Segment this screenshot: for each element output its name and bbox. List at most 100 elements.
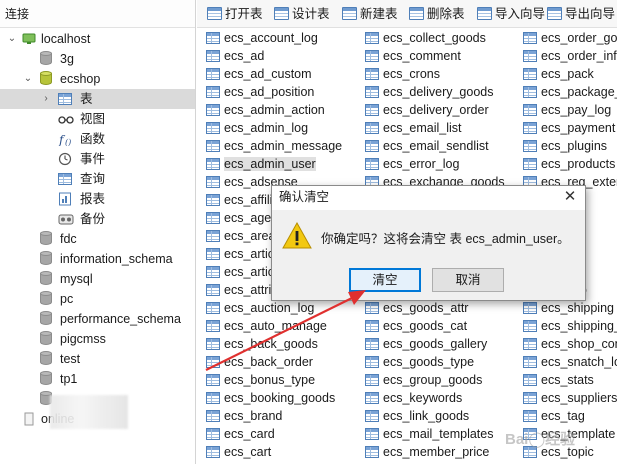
table-item[interactable]: ecs_admin_action xyxy=(200,101,360,119)
table-name: ecs_plugins xyxy=(541,139,608,153)
table-item[interactable]: ecs_admin_log xyxy=(200,119,360,137)
tree-item-tp1[interactable]: tp1 xyxy=(0,369,195,389)
table-item[interactable]: ecs_group_goods xyxy=(359,371,519,389)
tree-item-reports[interactable]: 报表 xyxy=(0,189,195,209)
table-item[interactable]: ecs_account_log xyxy=(200,29,360,47)
tree-item-label: tp1 xyxy=(60,372,78,386)
table-item[interactable]: ecs_mail_templates xyxy=(359,425,519,443)
table-item[interactable]: ecs_package_ xyxy=(517,83,617,101)
table-icon xyxy=(206,266,220,278)
table-name: ecs_admin_log xyxy=(224,121,309,135)
tree-item-performance-schema[interactable]: performance_schema xyxy=(0,309,195,329)
table-item[interactable]: ecs_member_price xyxy=(359,443,519,461)
table-item[interactable]: ecs_ad_custom xyxy=(200,65,360,83)
table-item[interactable]: ecs_error_log xyxy=(359,155,519,173)
table-item[interactable]: ecs_payment xyxy=(517,119,617,137)
chevron-down-icon[interactable]: ⌄ xyxy=(22,69,34,89)
tree-item-localhost[interactable]: ⌄ localhost xyxy=(0,29,195,49)
table-icon xyxy=(523,338,537,350)
table-item[interactable]: ecs_booking_goods xyxy=(200,389,360,407)
table-item[interactable]: ecs_cart xyxy=(200,443,360,461)
table-item[interactable]: ecs_email_list xyxy=(359,119,519,137)
cancel-button[interactable]: 取消 xyxy=(432,268,504,292)
tree-item-label: 3g xyxy=(60,52,74,66)
tree-item-pigcmss[interactable]: pigcmss xyxy=(0,329,195,349)
table-item[interactable]: ecs_back_goods xyxy=(200,335,360,353)
close-icon[interactable]: ✕ xyxy=(561,187,579,207)
table-item[interactable]: ecs_link_goods xyxy=(359,407,519,425)
export-wizard-button[interactable]: 导出向导 xyxy=(547,5,615,23)
table-item[interactable]: ecs_card xyxy=(200,425,360,443)
table-item[interactable]: ecs_brand xyxy=(200,407,360,425)
import-wizard-button[interactable]: 导入向导 xyxy=(477,5,545,23)
table-icon xyxy=(342,7,357,20)
tree-item-events[interactable]: 事件 xyxy=(0,149,195,169)
table-name: ecs_tag xyxy=(541,409,585,423)
clear-button[interactable]: 清空 xyxy=(349,268,421,292)
table-item[interactable]: ecs_suppliers xyxy=(517,389,617,407)
tree-item-label: 表 xyxy=(80,92,93,106)
table-item[interactable]: ecs_auto_manage xyxy=(200,317,360,335)
table-name: ecs_delivery_goods xyxy=(383,85,494,99)
tree-item-functions[interactable]: f () 函数 xyxy=(0,129,195,149)
watermark: Bai◯经验 xyxy=(505,431,576,448)
table-item[interactable]: ecs_auction_log xyxy=(200,299,360,317)
table-item[interactable]: ecs_plugins xyxy=(517,137,617,155)
table-item[interactable]: ecs_shop_con xyxy=(517,335,617,353)
table-item[interactable]: ecs_pack xyxy=(517,65,617,83)
tree-item-queries[interactable]: 查询 xyxy=(0,169,195,189)
table-icon xyxy=(206,122,220,134)
tree-item-ecshop[interactable]: ⌄ ecshop xyxy=(0,69,195,89)
table-item[interactable]: ecs_ad xyxy=(200,47,360,65)
table-item[interactable]: ecs_pay_log xyxy=(517,101,617,119)
table-item[interactable]: ecs_back_order xyxy=(200,353,360,371)
tree-item-tables[interactable]: › 表 xyxy=(0,89,195,109)
table-item[interactable]: ecs_tag xyxy=(517,407,617,425)
table-item[interactable]: ecs_admin_message xyxy=(200,137,360,155)
table-item[interactable]: ecs_goods_type xyxy=(359,353,519,371)
table-item[interactable]: ecs_order_info xyxy=(517,47,617,65)
table-icon xyxy=(365,374,379,386)
table-item[interactable]: ecs_email_sendlist xyxy=(359,137,519,155)
table-item[interactable]: ecs_crons xyxy=(359,65,519,83)
table-item[interactable]: ecs_order_go xyxy=(517,29,617,47)
table-icon xyxy=(206,140,220,152)
function-icon: f () xyxy=(58,133,71,146)
table-name: ecs_order_info xyxy=(541,49,617,63)
table-item[interactable]: ecs_snatch_log xyxy=(517,353,617,371)
tree-item-3g[interactable]: 3g xyxy=(0,49,195,69)
tree-item-fdc[interactable]: fdc xyxy=(0,229,195,249)
table-item[interactable]: ecs_ad_position xyxy=(200,83,360,101)
table-item[interactable]: ecs_goods_gallery xyxy=(359,335,519,353)
table-item[interactable]: ecs_goods_attr xyxy=(359,299,519,317)
tree-item-backup[interactable]: 备份 xyxy=(0,209,195,229)
tree-item-information-schema[interactable]: information_schema xyxy=(0,249,195,269)
table-item[interactable]: ecs_products xyxy=(517,155,617,173)
design-table-button[interactable]: 设计表 xyxy=(274,5,330,23)
tree-item-pc[interactable]: pc xyxy=(0,289,195,309)
chevron-down-icon[interactable]: ⌄ xyxy=(6,29,18,49)
table-name: ecs_email_list xyxy=(383,121,462,135)
tree-item-test[interactable]: test xyxy=(0,349,195,369)
table-item[interactable]: ecs_bonus_type xyxy=(200,371,360,389)
table-icon xyxy=(523,32,537,44)
table-item[interactable]: ecs_delivery_order xyxy=(359,101,519,119)
table-item[interactable]: ecs_keywords xyxy=(359,389,519,407)
tree-item-views[interactable]: 视图 xyxy=(0,109,195,129)
table-item[interactable]: ecs_admin_user xyxy=(200,155,360,173)
table-item[interactable]: ecs_shipping xyxy=(517,299,617,317)
tree-item-label: fdc xyxy=(60,232,77,246)
delete-table-button[interactable]: 删除表 xyxy=(409,5,465,23)
tree-item-mysql[interactable]: mysql xyxy=(0,269,195,289)
table-item[interactable]: ecs_delivery_goods xyxy=(359,83,519,101)
table-item[interactable]: ecs_shipping_ xyxy=(517,317,617,335)
table-name: ecs_cart xyxy=(224,445,272,459)
table-item[interactable]: ecs_stats xyxy=(517,371,617,389)
table-item[interactable]: ecs_comment xyxy=(359,47,519,65)
open-table-button[interactable]: 打开表 xyxy=(207,5,263,23)
table-item[interactable]: ecs_collect_goods xyxy=(359,29,519,47)
tree-item-label: ecshop xyxy=(60,72,101,86)
chevron-right-icon[interactable]: › xyxy=(40,89,52,109)
new-table-button[interactable]: 新建表 xyxy=(342,5,398,23)
table-item[interactable]: ecs_goods_cat xyxy=(359,317,519,335)
